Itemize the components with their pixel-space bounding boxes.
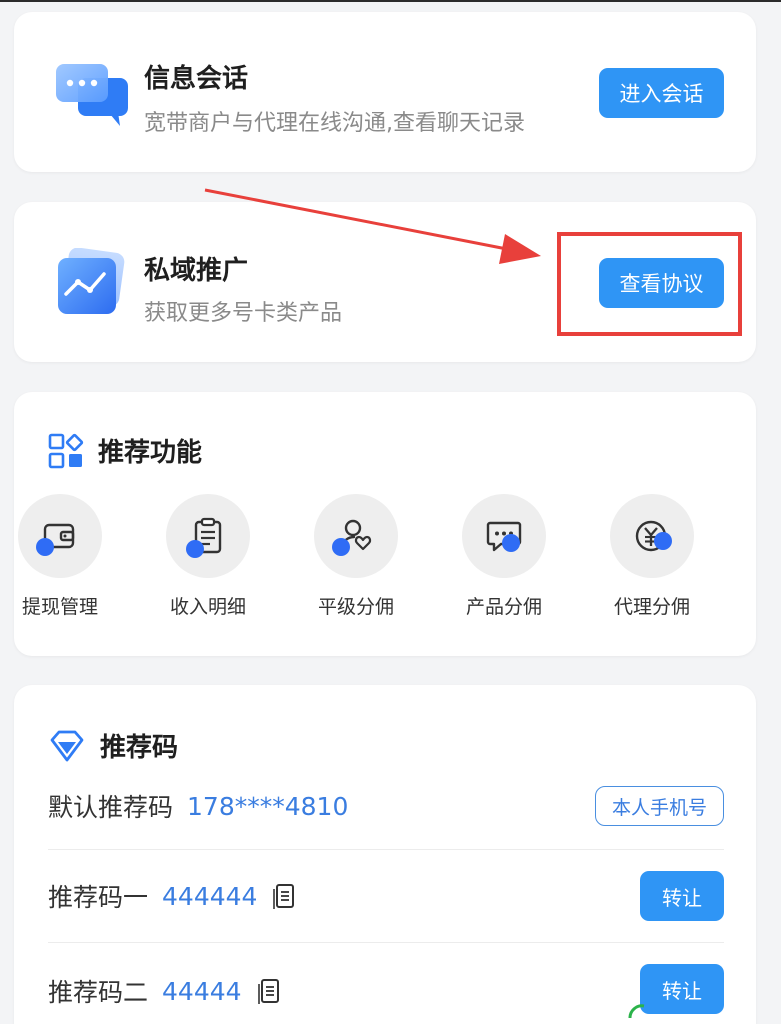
features-header: 推荐功能 [48,432,202,469]
default-code-row: 默认推荐码 178****4810 本人手机号 [48,759,724,853]
accent-dot [332,538,350,556]
own-phone-tag: 本人手机号 [594,786,724,826]
chat-title: 信息会话 [144,64,249,94]
feature-label: 提现管理 [21,596,98,618]
chat-card: 信息会话 宽带商户与代理在线沟通,查看聊天记录 进入会话 [14,12,756,172]
promo-subtitle: 获取更多号卡类产品 [144,301,343,326]
enter-chat-button[interactable]: 进入会话 [599,68,724,118]
referral-codes-card: 推荐码 默认推荐码 178****4810 本人手机号 推荐码一 444444 … [14,685,756,1024]
promo-title: 私域推广 [144,256,249,286]
view-agreement-button[interactable]: 查看协议 [599,258,724,308]
accent-dot [186,540,204,558]
code-value: 44444 [162,976,242,1006]
feature-label: 代理分佣 [613,596,690,618]
diamond-icon [50,730,84,761]
promo-card: 私域推广 获取更多号卡类产品 查看协议 [14,202,756,362]
copy-icon[interactable] [273,882,297,910]
code-row-2: 推荐码二 44444 转让 [48,944,724,1024]
accent-dot [36,538,54,556]
feature-label: 收入明细 [169,596,246,618]
accent-dot [502,534,520,552]
feature-agent-commission[interactable]: 代理分佣 [602,494,702,619]
feature-peer-commission[interactable]: 平级分佣 [306,494,406,619]
grid-apps-icon [48,433,84,468]
feature-withdraw[interactable]: 提现管理 [10,494,110,619]
default-code-value: 178****4810 [187,791,349,821]
code-row-1: 推荐码一 444444 转让 [48,849,724,943]
code-value: 444444 [162,881,258,911]
features-title: 推荐功能 [98,438,203,468]
feature-income-detail[interactable]: 收入明细 [158,494,258,619]
accent-dot [654,532,672,550]
row-divider [48,942,724,943]
code-label: 推荐码二 [48,978,149,1007]
code-label: 推荐码一 [48,883,149,912]
trend-chart-icon [58,248,125,314]
transfer-button[interactable]: 转让 [640,964,724,1014]
chat-subtitle: 宽带商户与代理在线沟通,查看聊天记录 [144,111,525,136]
copy-icon[interactable] [257,977,282,1005]
top-edge-line [0,0,781,2]
feature-product-commission[interactable]: 产品分佣 [454,494,554,619]
transfer-button[interactable]: 转让 [640,871,724,921]
feature-label: 产品分佣 [465,596,542,618]
chat-bubbles-icon [56,64,128,126]
recommended-features-card: 推荐功能 提现管理 收入明细 平级分佣 产品分佣 代理分佣 [14,392,756,656]
feature-label: 平级分佣 [317,596,394,618]
default-code-label: 默认推荐码 [48,793,174,822]
